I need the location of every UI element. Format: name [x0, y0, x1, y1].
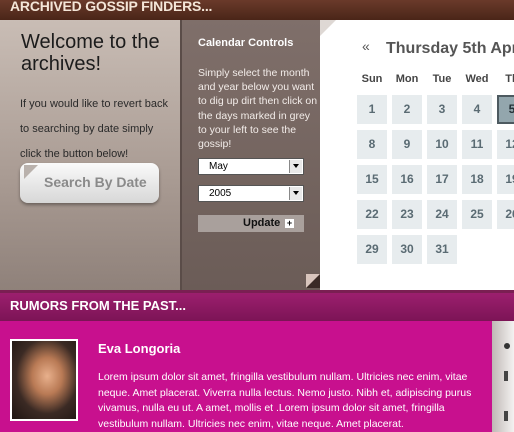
month-select[interactable]: May — [198, 158, 304, 175]
month-select-value: May — [209, 161, 228, 172]
search-by-date-label[interactable]: Search By Date — [44, 174, 147, 190]
calendar-title: Thursday 5th Apr — [386, 40, 514, 57]
page-fold-icon — [306, 274, 320, 288]
calendar-day[interactable]: 8 — [357, 130, 387, 159]
calendar-day[interactable]: 9 — [392, 130, 422, 159]
calendar-day[interactable]: 4 — [462, 95, 492, 124]
calendar-day[interactable]: 23 — [392, 200, 422, 229]
right-sidebar-edge — [492, 321, 514, 432]
weekday-header: Sun — [361, 73, 383, 85]
calendar-day[interactable]: 24 — [427, 200, 457, 229]
chevron-down-icon[interactable] — [289, 187, 302, 200]
calendar-day[interactable]: 16 — [392, 165, 422, 194]
calendar-day[interactable]: 22 — [357, 200, 387, 229]
calendar-day[interactable]: 1 — [357, 95, 387, 124]
chevron-down-icon[interactable] — [289, 160, 302, 173]
welcome-text: If you would like to revert back to sear… — [20, 98, 168, 160]
search-by-date-button[interactable]: Search By Date — [20, 163, 159, 203]
calendar-day[interactable]: 31 — [427, 235, 457, 264]
update-label[interactable]: Update — [243, 217, 280, 229]
weekday-header: Tue — [432, 73, 452, 85]
calendar-day[interactable]: 12 — [497, 130, 514, 159]
top-header-title: ARCHIVED GOSSIP FINDERS... — [10, 0, 213, 14]
calendar-day[interactable]: 3 — [427, 95, 457, 124]
calendar-day[interactable]: 2 — [392, 95, 422, 124]
sidebar-text-fragment — [504, 371, 508, 381]
rumor-body: Lorem ipsum dolor sit amet, fringilla ve… — [98, 371, 472, 430]
sidebar-text-fragment — [504, 411, 508, 421]
top-header-bar: ARCHIVED GOSSIP FINDERS... — [0, 0, 514, 20]
calendar-controls-heading: Calendar Controls — [198, 37, 294, 49]
calendar-day-selected[interactable]: 5 — [497, 95, 514, 124]
calendar-controls-panel: Calendar Controls Simply select the mont… — [180, 20, 320, 290]
calendar-day[interactable]: 29 — [357, 235, 387, 264]
weekday-header: Th — [505, 73, 514, 85]
calendar-day[interactable]: 11 — [462, 130, 492, 159]
calendar-day[interactable]: 19 — [497, 165, 514, 194]
calendar-day[interactable]: 25 — [462, 200, 492, 229]
calendar-panel: « Thursday 5th Apr SunMonTueWedTh1234589… — [320, 20, 514, 290]
calendar-day[interactable]: 10 — [427, 130, 457, 159]
rumors-header-bar: RUMORS FROM THE PAST... — [0, 293, 514, 321]
weekday-header: Mon — [395, 73, 419, 85]
welcome-panel: Welcome to the archives! If you would li… — [0, 20, 180, 290]
welcome-heading: Welcome to the archives! — [21, 31, 160, 75]
calendar-day[interactable]: 17 — [427, 165, 457, 194]
rumors-heading: RUMORS FROM THE PAST... — [10, 298, 186, 313]
weekday-header: Wed — [465, 73, 489, 85]
page-curl-icon — [24, 165, 38, 179]
prev-month-link[interactable]: « — [362, 38, 370, 54]
calendar-day[interactable]: 15 — [357, 165, 387, 194]
update-button[interactable]: Update + — [198, 215, 304, 232]
celebrity-name[interactable]: Eva Longoria — [98, 341, 180, 356]
page-fold-corner — [320, 20, 336, 36]
bullet-icon — [504, 343, 510, 349]
year-select[interactable]: 2005 — [198, 185, 304, 202]
calendar-day[interactable]: 26 — [497, 200, 514, 229]
calendar-day[interactable]: 30 — [392, 235, 422, 264]
calendar-day[interactable]: 18 — [462, 165, 492, 194]
year-select-value: 2005 — [209, 188, 232, 199]
celebrity-photo[interactable] — [10, 339, 78, 421]
plus-icon: + — [285, 218, 294, 228]
calendar-controls-text: Simply select the month and year below y… — [198, 67, 318, 151]
